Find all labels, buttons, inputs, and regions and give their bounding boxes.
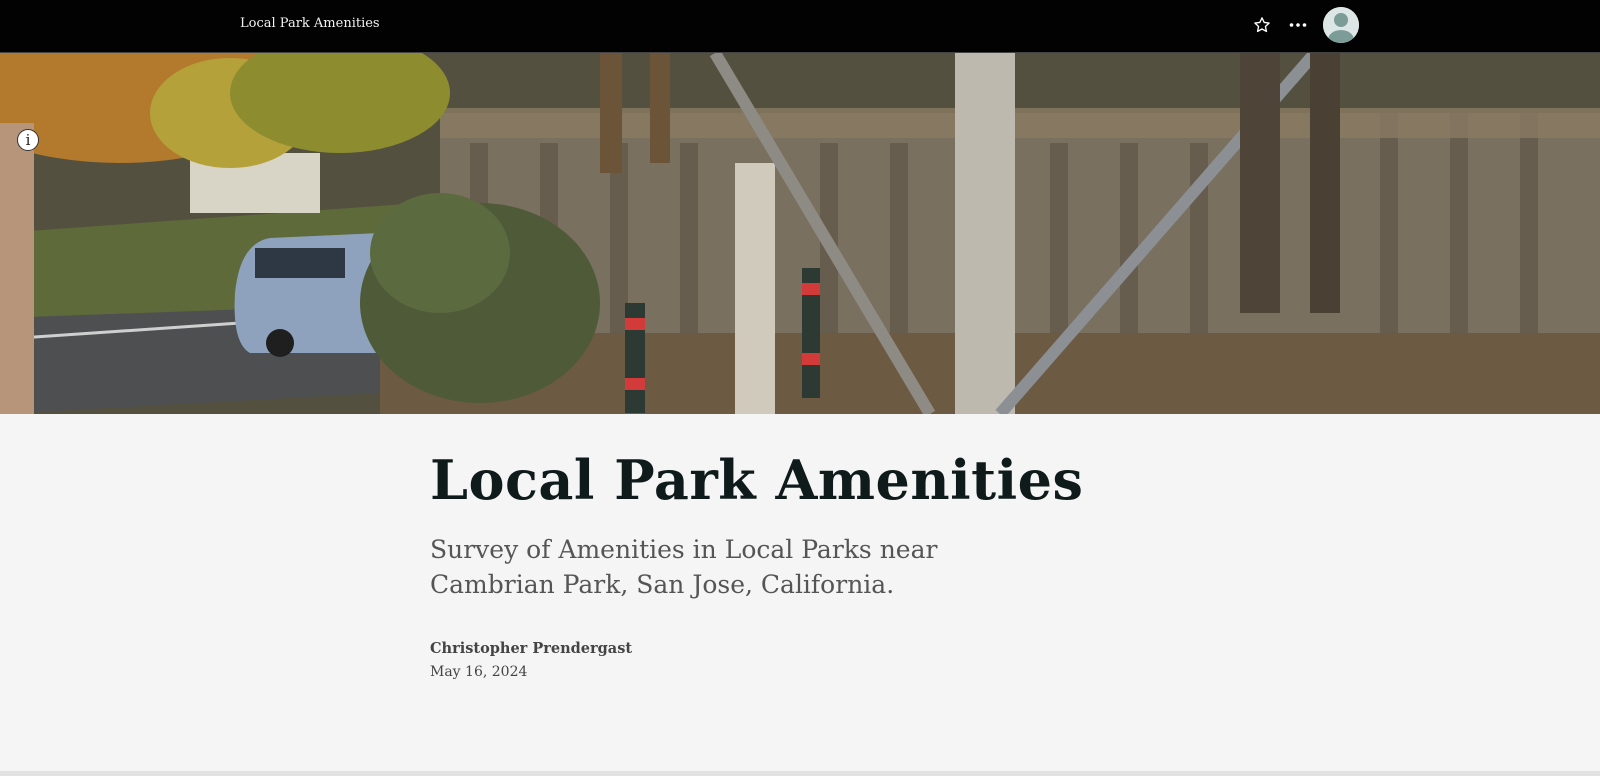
hero-image: i (0, 53, 1600, 414)
hero-photo (0, 53, 1600, 414)
image-info-button[interactable]: i (17, 129, 39, 151)
more-horizontal-icon (1289, 23, 1307, 27)
star-icon (1254, 17, 1270, 33)
author-name: Christopher Prendergast (430, 640, 633, 657)
publish-date: May 16, 2024 (430, 664, 528, 680)
top-bar: Local Park Amenities (0, 0, 1600, 53)
info-icon: i (25, 131, 31, 149)
user-avatar-icon (1323, 7, 1359, 43)
avatar[interactable] (1323, 7, 1359, 43)
more-options-button[interactable] (1286, 13, 1310, 37)
favorite-button[interactable] (1250, 13, 1274, 37)
footer-divider (0, 771, 1600, 776)
page-title: Local Park Amenities (430, 448, 1084, 512)
page-subtitle: Survey of Amenities in Local Parks near … (430, 535, 938, 599)
story-title[interactable]: Local Park Amenities (240, 16, 380, 31)
